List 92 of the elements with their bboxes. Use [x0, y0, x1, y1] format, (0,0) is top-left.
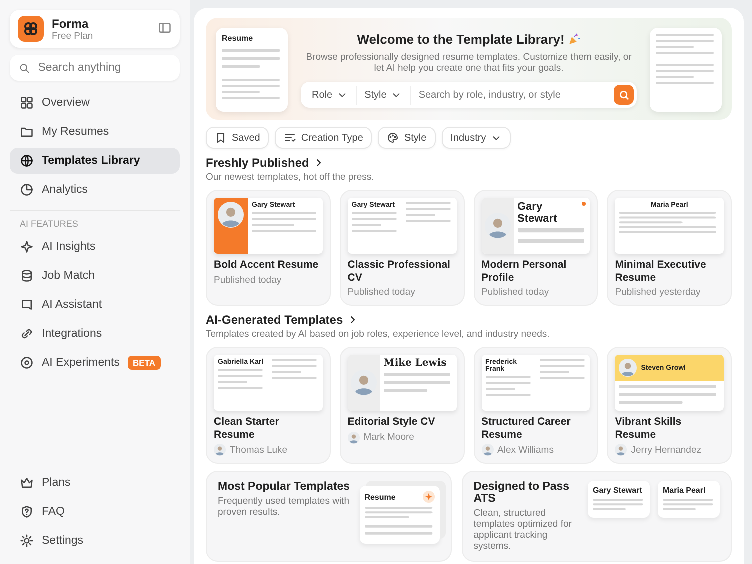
accent-dot: [582, 202, 586, 206]
filter-dropdown[interactable]: Industry: [442, 127, 512, 149]
crown-icon: [20, 476, 34, 490]
banner-title: Welcome to the Template Library!: [357, 32, 565, 47]
avatar-placeholder: [218, 202, 244, 228]
palette-icon: [387, 132, 400, 144]
published-date: Published today: [214, 274, 283, 286]
chat-icon: [20, 298, 34, 312]
author-name: Mark Moore: [364, 432, 414, 444]
sidebar-item[interactable]: Overview: [10, 90, 180, 116]
template-card[interactable]: Mike Lewis Editorial Style CV Mark Moore: [340, 347, 464, 464]
author-name: Thomas Luke: [230, 444, 288, 456]
search-field[interactable]: Role Style Search by role, industry, or style: [301, 82, 637, 108]
sidebar-item[interactable]: FAQ: [10, 499, 180, 525]
filter-chip[interactable]: Style: [378, 127, 436, 149]
sidebar-item[interactable]: Integrations: [10, 321, 180, 347]
template-title: Classic Professional CV: [348, 259, 452, 284]
text-lines-drawing: [364, 507, 435, 522]
sparkle-icon: [20, 240, 34, 254]
party-popper-icon: [568, 33, 581, 46]
sidebar-item[interactable]: Plans: [10, 470, 180, 496]
search-input[interactable]: Search anything: [36, 61, 171, 75]
search-button[interactable]: [614, 85, 634, 105]
link-icon: [20, 327, 34, 341]
sidebar-item[interactable]: Job Match: [10, 263, 180, 289]
filter-chip[interactable]: Creation Type: [275, 127, 372, 149]
section-subtitle: Templates created by AI based on job roles, experience level, and industry needs.: [206, 329, 551, 340]
globe-icon: [20, 154, 34, 168]
resume-label: Resume: [222, 34, 254, 43]
avatar-placeholder: [619, 359, 638, 378]
published-date: Published yesterday: [615, 287, 702, 298]
promo-card[interactable]: Designed to Pass ATS Clean, structured templates optimized for applicant tracking systems. Gary Stewart Maria Pearl: [462, 471, 732, 562]
beta-badge: BETA: [128, 356, 160, 370]
author-name: Jerry Hernandez: [631, 444, 702, 456]
shield-question-icon: [20, 505, 34, 519]
avatar-placeholder: [615, 444, 628, 456]
brand-name: Forma: [52, 16, 90, 30]
avatar-placeholder: [348, 432, 360, 444]
sidebar-item[interactable]: Settings: [10, 528, 180, 554]
template-card[interactable]: Gary Stewart Modern Personal Profile Published today: [474, 190, 598, 306]
sidebar-item[interactable]: AI Experiments BETA: [10, 350, 180, 376]
promo-card[interactable]: Most Popular Templates Frequently used templates with proven results. Resume: [206, 471, 452, 562]
search-icon: [19, 62, 30, 74]
grid-icon: [20, 96, 34, 110]
template-title: Structured Career Resume: [482, 416, 572, 442]
banner-subtitle: Browse professionally designed resume templates. Customize them easily, or let AI help you create one that fits your goals.: [306, 52, 632, 74]
avatar-placeholder: [214, 444, 226, 456]
logo-icon: [18, 16, 44, 42]
avatar-placeholder: [482, 444, 494, 456]
template-title: Minimal Executive Resume: [615, 259, 708, 284]
bookmark-icon: [215, 132, 227, 144]
list-check-icon: [284, 132, 296, 144]
promo-description: Clean, structured templates optimized for applicant tracking systems.: [474, 508, 573, 552]
sidebar-item[interactable]: AI Assistant: [10, 292, 180, 318]
template-title: Modern Personal Profile: [482, 259, 568, 284]
sidebar-item[interactable]: Templates Library: [10, 148, 180, 174]
section-label: AI FEATURES: [10, 210, 180, 231]
promo-title: Most Popular Templates: [218, 481, 352, 494]
pie-chart-icon: [20, 183, 34, 197]
sidebar-toggle-icon: [158, 20, 172, 34]
sidebar-item[interactable]: AI Insights: [10, 234, 180, 260]
template-title: Clean Starter Resume: [214, 416, 280, 442]
resume-label: Resume: [364, 492, 396, 502]
promo-description: Frequently used templates with proven results.: [218, 496, 350, 518]
published-date: Published today: [482, 287, 550, 298]
database-icon: [20, 269, 34, 283]
resume-name: Maria Pearl: [663, 486, 707, 496]
search-field[interactable]: Search anything: [10, 55, 180, 81]
section-title: Freshly Published: [206, 156, 310, 170]
text-lines-drawing: [593, 499, 645, 514]
folder-icon: [20, 125, 34, 139]
resume-name: Gary Stewart: [518, 202, 558, 226]
sparkle-icon: [422, 491, 435, 504]
section-subtitle: Our newest templates, hot off the press.: [206, 172, 376, 183]
plan-label: Free Plan: [52, 30, 94, 42]
section-title: AI-Generated Templates: [206, 313, 344, 328]
sidebar-item[interactable]: Analytics: [10, 177, 180, 203]
resume-name: Mike Lewis: [384, 359, 448, 370]
search-icon: [618, 90, 630, 100]
filter-chip[interactable]: Saved: [206, 127, 270, 149]
sidebar-item[interactable]: My Resumes: [10, 119, 180, 145]
promo-title: Designed to Pass ATS: [474, 481, 571, 506]
text-lines-drawing: [663, 499, 715, 514]
template-title: Editorial Style CV: [348, 416, 436, 429]
target-icon: [20, 356, 34, 370]
template-title: Vibrant Skills Resume: [615, 416, 683, 442]
filter-dropdown[interactable]: Role: [304, 86, 357, 104]
resume-name: Gary Stewart: [593, 486, 644, 496]
published-date: Published today: [348, 287, 416, 298]
template-title: Bold Accent Resume: [214, 259, 320, 272]
settings-icon: [20, 534, 34, 548]
author-name: Alex Williams: [498, 444, 554, 456]
